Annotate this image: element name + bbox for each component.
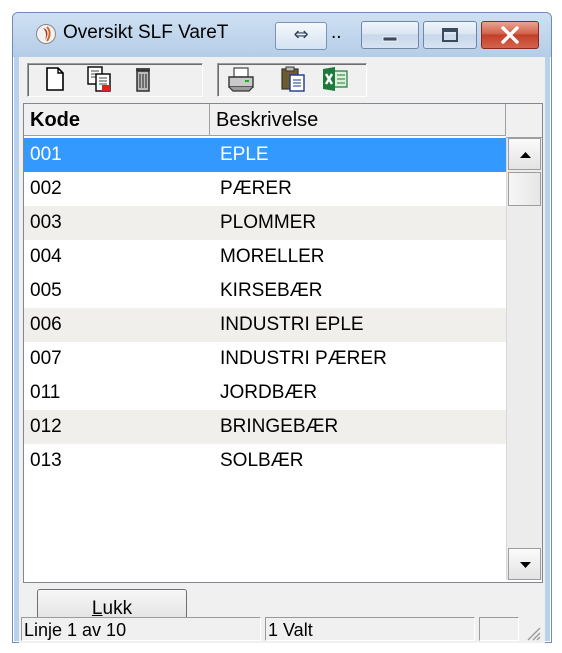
new-document-icon[interactable] — [39, 63, 71, 95]
cell-beskrivelse: INDUSTRI EPLE — [220, 314, 364, 335]
table-row[interactable]: 005 KIRSEBÆR — [24, 274, 506, 308]
close-mnemonic: L — [91, 598, 103, 619]
app-window: Oversikt SLF VareT ⇔ .. Kode Beskrivelse… — [12, 12, 552, 643]
cell-beskrivelse: MORELLER — [220, 246, 325, 267]
minimize-button[interactable] — [361, 21, 419, 49]
status-line: Linje 1 av 10 — [21, 617, 261, 641]
column-header-beskrivelse[interactable]: Beskrivelse — [210, 104, 506, 136]
close-icon — [501, 26, 519, 44]
cell-kode: 005 — [30, 280, 62, 301]
table-row[interactable]: 006 INDUSTRI EPLE — [24, 308, 506, 342]
vertical-scrollbar[interactable] — [506, 138, 542, 580]
cell-beskrivelse: BRINGEBÆR — [220, 416, 339, 437]
copy-record-icon[interactable] — [83, 63, 115, 95]
table-row[interactable]: 013 SOLBÆR — [24, 444, 506, 478]
close-label-rest: ukk — [102, 598, 133, 619]
title-overflow: .. — [331, 22, 342, 43]
cell-kode: 004 — [30, 246, 62, 267]
scroll-down-button[interactable] — [508, 548, 541, 580]
cell-kode: 002 — [30, 178, 62, 199]
delete-icon[interactable] — [127, 63, 159, 95]
cell-kode: 001 — [30, 144, 62, 165]
scroll-up-button[interactable] — [508, 138, 541, 170]
app-icon[interactable] — [35, 23, 57, 45]
status-selected: 1 Valt — [265, 617, 475, 641]
status-bar: Linje 1 av 10 1 Valt — [19, 617, 545, 643]
resize-arrows-icon[interactable]: ⇔ — [275, 22, 327, 50]
cell-beskrivelse: PÆRER — [220, 178, 292, 199]
table-row[interactable]: 004 MORELLER — [24, 240, 506, 274]
scroll-thumb[interactable] — [508, 172, 541, 206]
toolbar — [19, 57, 545, 101]
title-bar[interactable]: Oversikt SLF VareT ⇔ .. — [13, 13, 551, 57]
grid-header: Kode Beskrivelse — [24, 104, 506, 138]
arrow-up-icon — [520, 152, 531, 158]
table-row[interactable]: 012 BRINGEBÆR — [24, 410, 506, 444]
table-row[interactable]: 003 PLOMMER — [24, 206, 506, 240]
data-grid[interactable]: Kode Beskrivelse 001 EPLE 002 PÆRER 003 PLO… — [23, 103, 543, 583]
minimize-icon — [382, 36, 398, 42]
table-row[interactable]: 002 PÆRER — [24, 172, 506, 206]
cell-kode: 011 — [30, 382, 61, 403]
print-icon[interactable] — [225, 63, 257, 95]
header-filler — [506, 104, 542, 138]
excel-export-icon[interactable] — [319, 63, 351, 95]
resize-grip-icon[interactable] — [523, 623, 541, 641]
table-row[interactable]: 001 EPLE — [24, 138, 506, 172]
cell-beskrivelse: INDUSTRI PÆRER — [220, 348, 387, 369]
table-row[interactable]: 011 JORDBÆR — [24, 376, 506, 410]
paste-icon[interactable] — [277, 63, 309, 95]
cell-beskrivelse: PLOMMER — [220, 212, 317, 233]
cell-kode: 003 — [30, 212, 62, 233]
cell-kode: 007 — [30, 348, 62, 369]
close-window-button[interactable] — [481, 21, 539, 49]
cell-beskrivelse: EPLE — [220, 144, 269, 165]
arrow-down-icon — [520, 562, 531, 568]
grid-rows: 001 EPLE 002 PÆRER 003 PLOMMER 004 MORELLER … — [24, 138, 506, 478]
maximize-icon — [442, 28, 458, 42]
cell-kode: 012 — [30, 416, 62, 437]
window-title: Oversikt SLF VareT — [63, 22, 229, 43]
cell-kode: 006 — [30, 314, 62, 335]
cell-beskrivelse: SOLBÆR — [220, 450, 304, 471]
table-row[interactable]: 007 INDUSTRI PÆRER — [24, 342, 506, 376]
status-extra — [479, 617, 519, 641]
client-area: Kode Beskrivelse 001 EPLE 002 PÆRER 003 PLO… — [19, 57, 545, 637]
cell-beskrivelse: KIRSEBÆR — [220, 280, 323, 301]
maximize-button[interactable] — [423, 21, 477, 49]
column-header-kode[interactable]: Kode — [24, 104, 210, 136]
cell-beskrivelse: JORDBÆR — [220, 382, 318, 403]
cell-kode: 013 — [30, 450, 62, 471]
